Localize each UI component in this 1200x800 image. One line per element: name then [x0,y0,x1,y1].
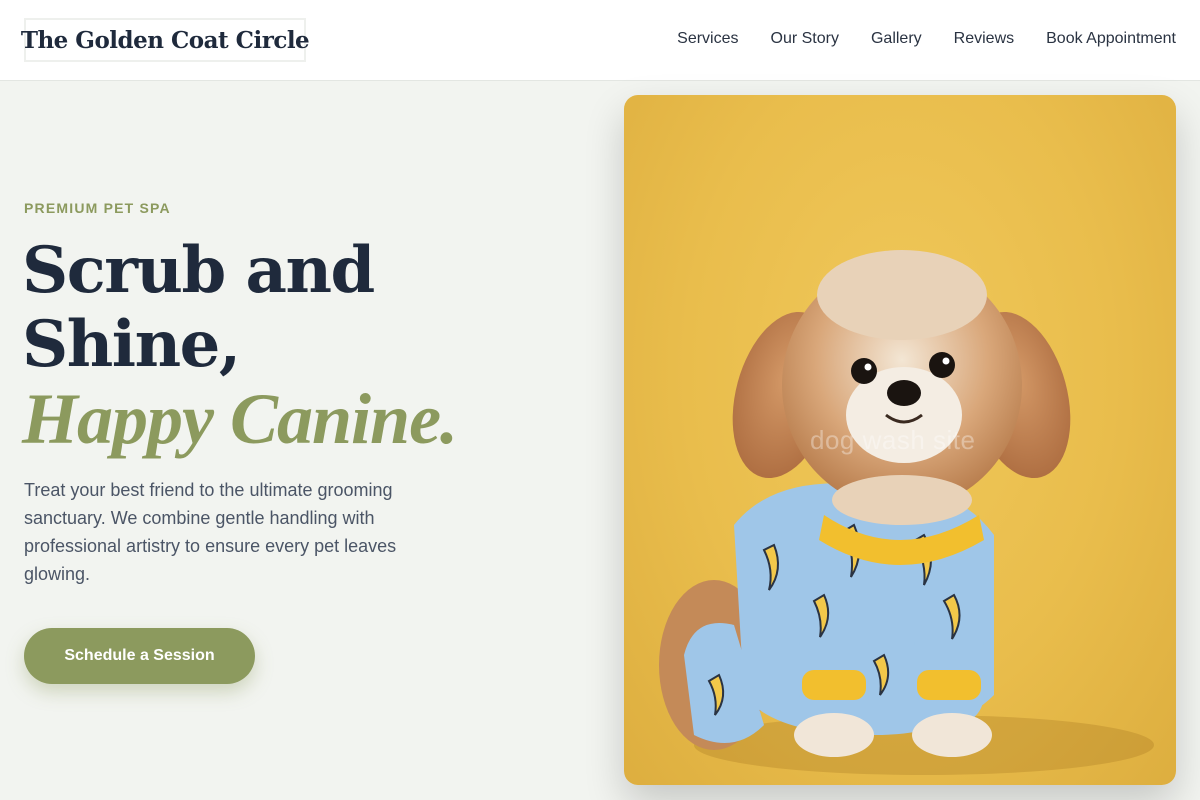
hero-dog-photo: dog wash site [624,95,1176,785]
schedule-session-button[interactable]: Schedule a Session [24,628,255,684]
image-watermark: dog wash site [810,425,976,455]
headline-line-1: Scrub and [22,233,375,308]
nav-link-gallery[interactable]: Gallery [871,28,922,50]
site-logo[interactable]: The Golden Coat Circle [21,18,310,62]
nav-link-our-story[interactable]: Our Story [771,28,839,50]
headline-accent: Happy Canine. [22,379,458,459]
hero-eyebrow: PREMIUM PET SPA [24,200,171,216]
nav-link-reviews[interactable]: Reviews [954,28,1014,50]
main-nav: Services Our Story Gallery Reviews Book … [677,28,1176,50]
hero-description: Treat your best friend to the ultimate g… [24,480,397,584]
hero-headline: Scrub and Shine, Happy Canine. [22,233,582,459]
site-header: The Golden Coat Circle Services Our Stor… [0,0,1200,81]
headline-line-2: Shine, [22,307,241,382]
nav-link-services[interactable]: Services [677,28,738,50]
nav-link-book-appointment[interactable]: Book Appointment [1046,28,1176,50]
